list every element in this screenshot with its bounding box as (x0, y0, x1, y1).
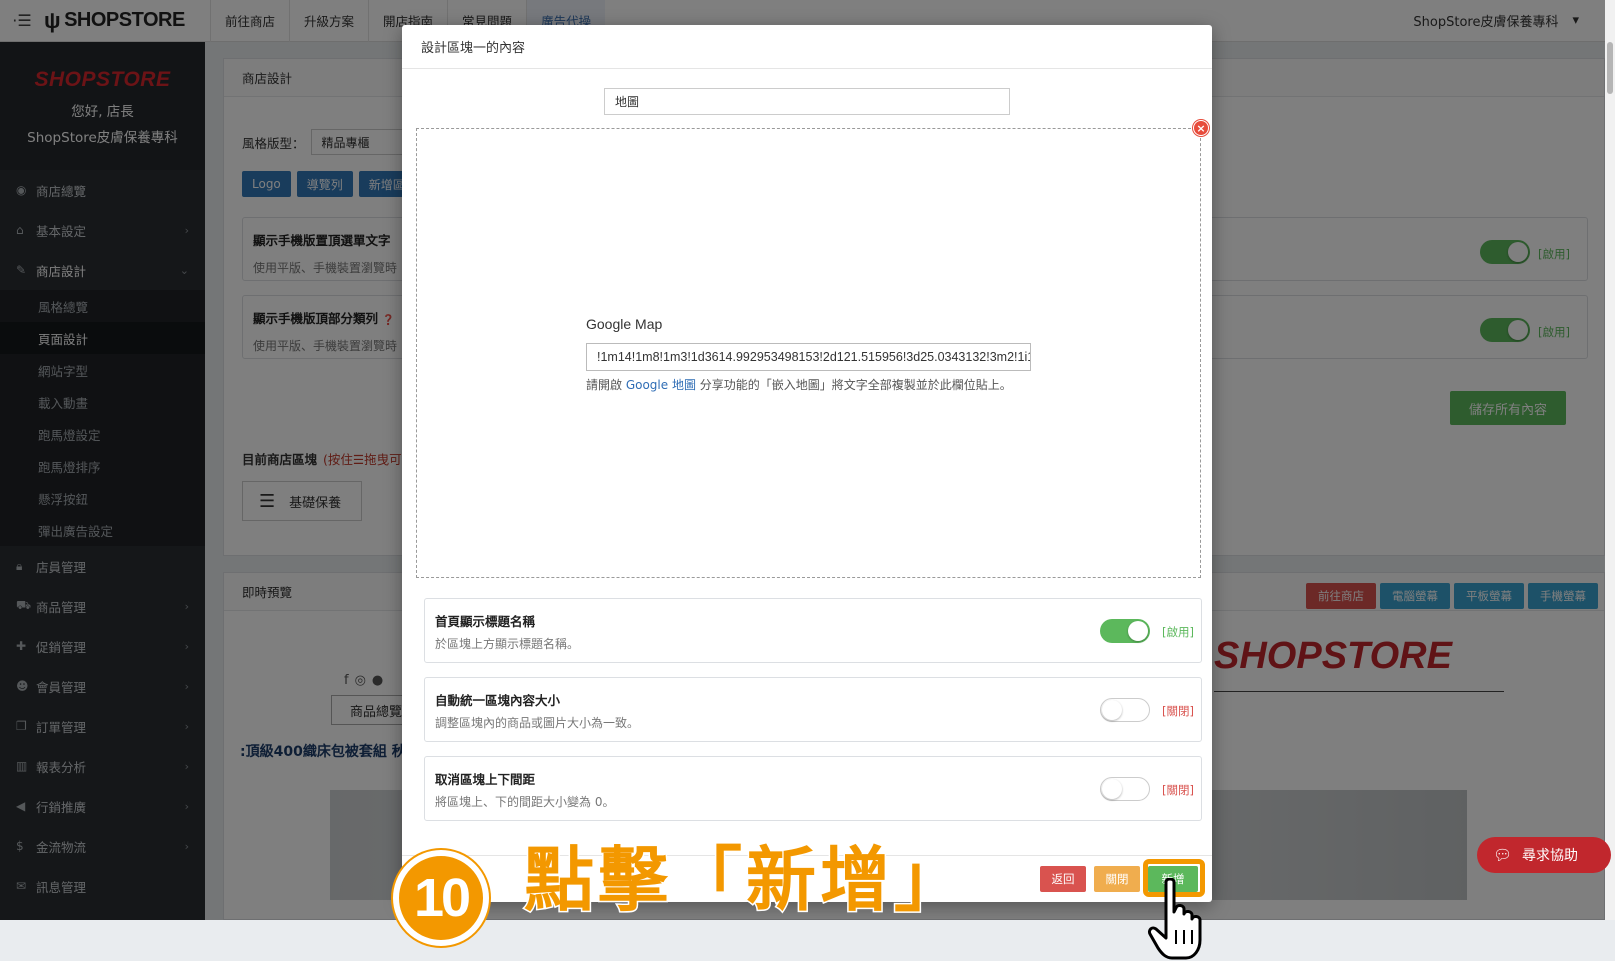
toggle-state: [啟用] (1162, 625, 1194, 639)
help-button-label: 尋求協助 (1522, 848, 1579, 864)
option-title: 首頁顯示標題名稱 (435, 614, 536, 629)
block-title-input[interactable]: 地圖 (604, 88, 1010, 115)
modal-title: 設計區塊一的內容 (402, 25, 1212, 69)
help-request-button[interactable]: 💬︎ 尋求協助 (1477, 837, 1611, 873)
remove-spacing-toggle[interactable] (1100, 777, 1150, 801)
show-title-option: 首頁顯示標題名稱 於區塊上方顯示標題名稱。 [啟用] (424, 598, 1202, 663)
option-title: 取消區塊上下間距 (435, 772, 536, 787)
show-title-toggle[interactable] (1100, 619, 1150, 643)
remove-spacing-option: 取消區塊上下間距 將區塊上、下的間距大小變為 0。 [關閉] (424, 756, 1202, 821)
google-maps-link[interactable]: Google 地圖 (626, 378, 696, 392)
option-desc: 調整區塊內的商品或圖片大小為一致。 (435, 716, 640, 730)
option-desc: 將區塊上、下的間距大小變為 0。 (435, 795, 615, 809)
uniform-size-toggle[interactable] (1100, 698, 1150, 722)
option-title: 自動統一區塊內容大小 (435, 693, 561, 708)
page-bottom (0, 920, 1615, 961)
block-content-modal: 設計區塊一的內容 地圖 × Google Map !1m14!1m8!1m3!1… (402, 25, 1212, 902)
google-map-label: Google Map (586, 316, 663, 332)
google-map-input[interactable]: !1m14!1m8!1m3!1d3614.992953498153!2d121.… (586, 343, 1031, 371)
help-text: 分享功能的「嵌入地圖」將文字全部複製並於此欄位貼上。 (695, 378, 1012, 392)
close-button[interactable]: 關閉 (1094, 866, 1140, 892)
help-text: 請開啟 (586, 378, 626, 392)
toggle-state: [關閉] (1162, 783, 1194, 797)
remove-icon[interactable]: × (1193, 120, 1209, 136)
toggle-state: [關閉] (1162, 704, 1194, 718)
scrollbar[interactable] (1605, 0, 1615, 920)
option-desc: 於區塊上方顯示標題名稱。 (435, 637, 580, 651)
step-instruction: 點擊「新增」 (523, 839, 968, 921)
step-number-badge: 10 (393, 850, 489, 946)
chat-help-icon: 💬︎ (1493, 846, 1513, 864)
back-button[interactable]: 返回 (1040, 866, 1086, 892)
hand-cursor-icon (1148, 878, 1202, 960)
google-map-help: 請開啟 Google 地圖 分享功能的「嵌入地圖」將文字全部複製並於此欄位貼上。 (586, 376, 1012, 393)
uniform-size-option: 自動統一區塊內容大小 調整區塊內的商品或圖片大小為一致。 [關閉] (424, 677, 1202, 742)
